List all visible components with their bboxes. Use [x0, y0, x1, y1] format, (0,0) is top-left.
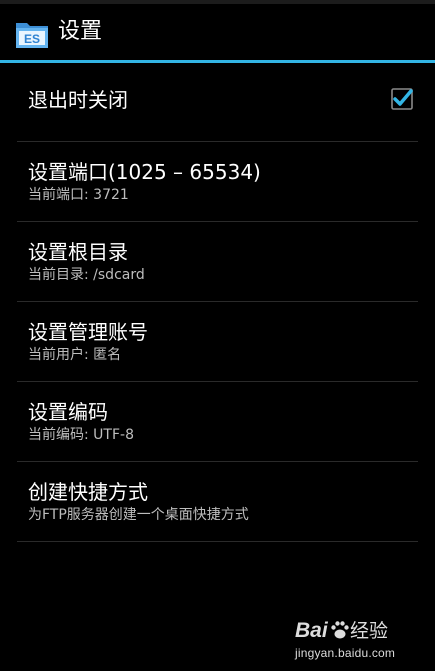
svg-text:ES: ES	[24, 32, 40, 46]
list-divider	[17, 541, 418, 542]
preference-list: 退出时关闭 设置端口(1025 – 65534) 当前端口: 3721 设置根目…	[0, 63, 435, 542]
pref-summary: 当前用户: 匿名	[28, 347, 122, 363]
pref-set-root-dir[interactable]: 设置根目录 当前目录: /sdcard	[17, 222, 418, 302]
pref-close-on-exit[interactable]: 退出时关闭	[17, 63, 418, 142]
pref-summary: 为FTP服务器创建一个桌面快捷方式	[28, 507, 249, 523]
pref-title: 设置根目录	[28, 240, 128, 264]
page-title: 设置	[58, 19, 103, 44]
pref-summary: 当前端口: 3721	[28, 187, 129, 203]
pref-create-shortcut[interactable]: 创建快捷方式 为FTP服务器创建一个桌面快捷方式	[17, 462, 418, 542]
svg-text:Bai: Bai	[295, 619, 329, 642]
pref-set-encoding[interactable]: 设置编码 当前编码: UTF-8	[17, 382, 418, 462]
paw-icon	[331, 621, 349, 639]
settings-screen: ES 设置 退出时关闭 设置端口(1025 – 65534) 当前端口: 372…	[0, 0, 435, 671]
pref-set-admin-account[interactable]: 设置管理账号 当前用户: 匿名	[17, 302, 418, 382]
pref-title: 设置编码	[28, 400, 108, 424]
pref-title: 设置管理账号	[28, 320, 148, 344]
pref-title: 创建快捷方式	[28, 480, 148, 504]
pref-summary: 当前目录: /sdcard	[28, 267, 145, 283]
baidu-jingyan-watermark: Bai 经验 jingyan.baidu.com	[293, 615, 423, 663]
es-file-explorer-icon[interactable]: ES	[13, 14, 51, 52]
pref-title: 设置端口(1025 – 65534)	[28, 160, 261, 184]
watermark-url: jingyan.baidu.com	[295, 646, 396, 660]
action-bar: ES 设置	[0, 4, 435, 60]
pref-set-port[interactable]: 设置端口(1025 – 65534) 当前端口: 3721	[17, 142, 418, 222]
svg-text:经验: 经验	[350, 620, 388, 642]
pref-summary: 当前编码: UTF-8	[28, 427, 134, 443]
close-on-exit-checkbox[interactable]	[391, 88, 413, 110]
pref-title: 退出时关闭	[28, 88, 128, 112]
baidu-jingyan-logo: Bai 经验	[295, 619, 388, 642]
